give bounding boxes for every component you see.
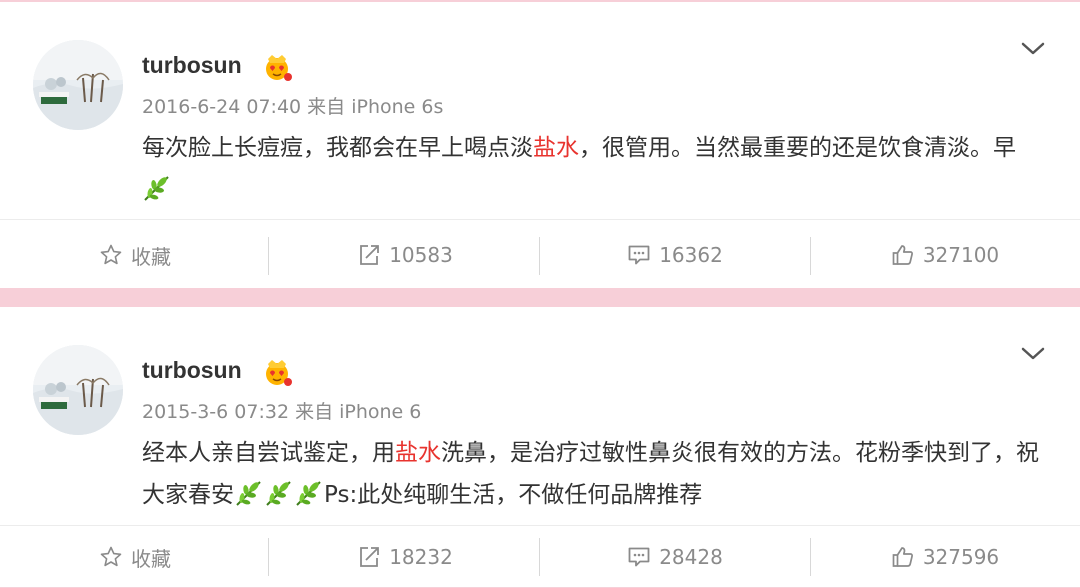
username[interactable]: turbosun — [142, 52, 242, 79]
repost-count: 18232 — [389, 545, 453, 569]
vip-badge-icon — [262, 357, 292, 387]
favorite-button[interactable]: 收藏 — [0, 526, 270, 588]
avatar-image — [33, 40, 123, 130]
leaf-emoji-icon — [264, 478, 294, 508]
thumbs-up-icon — [891, 243, 915, 267]
leaf-emoji-icon — [142, 173, 172, 203]
avatar-image — [33, 345, 123, 435]
like-button[interactable]: 327596 — [810, 526, 1080, 588]
like-count: 327596 — [922, 545, 1000, 569]
repost-icon — [357, 243, 381, 267]
chevron-down-icon[interactable] — [1018, 343, 1048, 365]
weibo-post: turbosun 2016-6-24 07:40 来自 iPhone 6s 每次… — [0, 2, 1080, 288]
repost-count: 10583 — [389, 243, 453, 267]
chevron-down-icon[interactable] — [1018, 38, 1048, 60]
post-text-part: 每次脸上长痘痘，我都会在早上喝点淡 — [142, 135, 533, 161]
username[interactable]: turbosun — [142, 357, 242, 384]
leaf-emoji-icon — [294, 478, 324, 508]
favorite-label: 收藏 — [131, 244, 171, 269]
keyword-link[interactable]: 盐水 — [395, 440, 441, 466]
avatar[interactable] — [33, 40, 123, 130]
repost-button[interactable]: 18232 — [270, 526, 540, 588]
divider — [268, 538, 269, 576]
post-meta: 2016-6-24 07:40 来自 iPhone 6s — [142, 96, 444, 118]
leaf-emoji-icon — [234, 478, 264, 508]
star-icon — [99, 243, 123, 267]
weibo-post: turbosun 2015-3-6 07:32 来自 iPhone 6 经本人亲… — [0, 307, 1080, 587]
comment-count: 28428 — [659, 545, 723, 569]
avatar[interactable] — [33, 345, 123, 435]
comment-button[interactable]: 28428 — [540, 526, 810, 588]
like-button[interactable]: 327100 — [810, 220, 1080, 290]
divider — [268, 237, 269, 275]
comment-button[interactable]: 16362 — [540, 220, 810, 290]
thumbs-up-icon — [891, 545, 915, 569]
post-text-part: ，很管用。当然最重要的还是饮食清淡。早 — [579, 135, 1016, 161]
favorite-label: 收藏 — [131, 546, 171, 571]
comment-icon — [627, 243, 651, 267]
repost-button[interactable]: 10583 — [270, 220, 540, 290]
post-text: 每次脸上长痘痘，我都会在早上喝点淡盐水，很管用。当然最重要的还是饮食清淡。早 — [142, 127, 1042, 211]
favorite-button[interactable]: 收藏 — [0, 220, 270, 290]
keyword-link[interactable]: 盐水 — [533, 135, 579, 161]
vip-badge-icon — [262, 52, 292, 82]
repost-icon — [357, 545, 381, 569]
comment-icon — [627, 545, 651, 569]
post-text-part: 经本人亲自尝试鉴定，用 — [142, 440, 395, 466]
post-meta: 2015-3-6 07:32 来自 iPhone 6 — [142, 401, 422, 423]
star-icon — [99, 545, 123, 569]
like-count: 327100 — [922, 243, 1000, 267]
post-text-part: Ps:此处纯聊生活，不做任何品牌推荐 — [324, 482, 703, 508]
action-bar: 收藏 18232 28428 327596 — [0, 525, 1080, 588]
post-text: 经本人亲自尝试鉴定，用盐水洗鼻，是治疗过敏性鼻炎很有效的方法。花粉季快到了，祝大… — [142, 432, 1042, 516]
action-bar: 收藏 10583 16362 327100 — [0, 219, 1080, 290]
comment-count: 16362 — [659, 243, 723, 267]
